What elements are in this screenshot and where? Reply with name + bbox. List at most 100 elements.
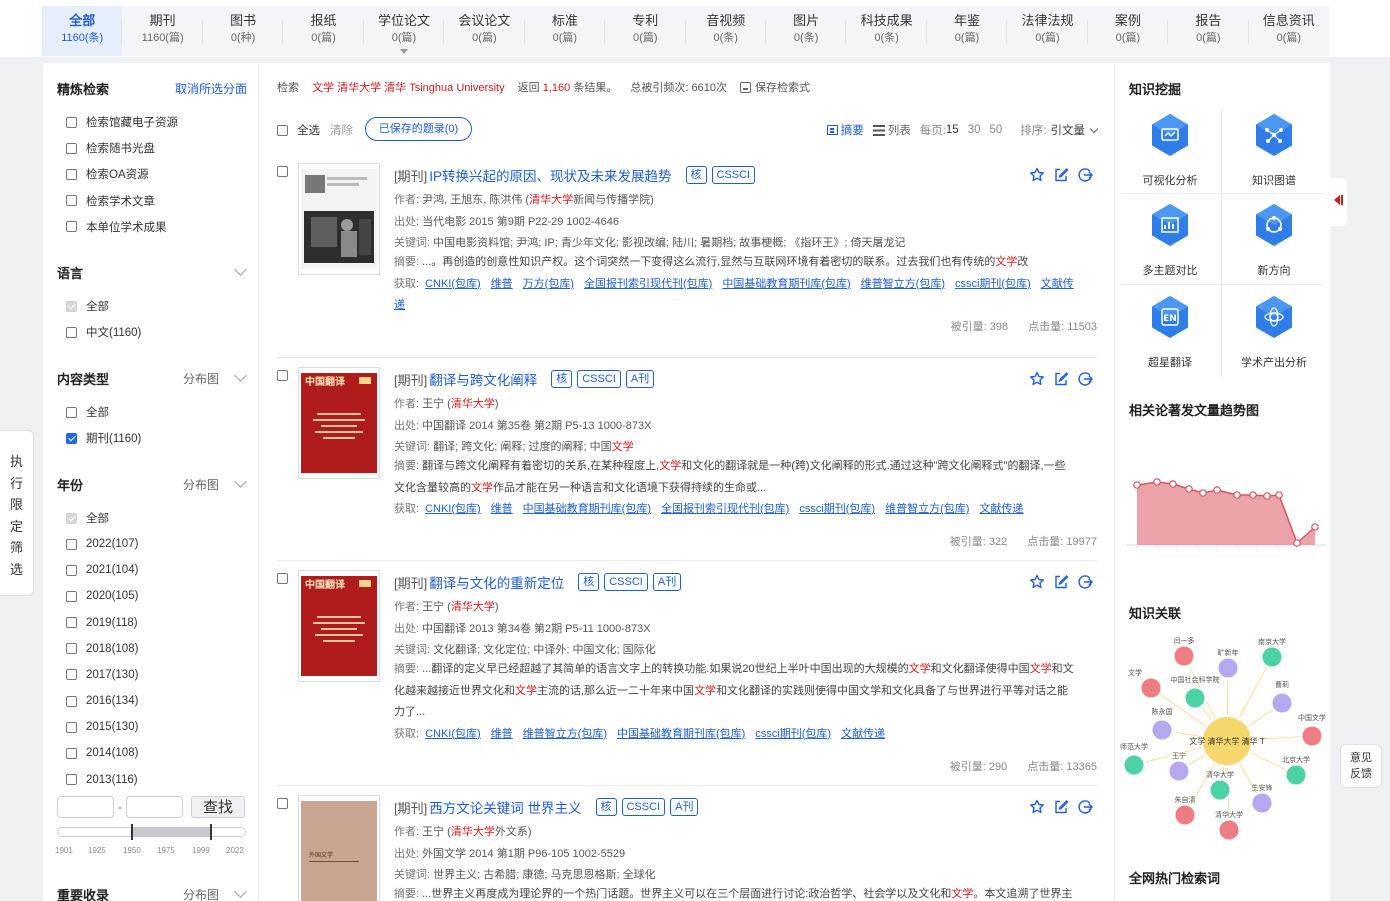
tab-5[interactable]: 会议论文 0(篇) bbox=[444, 6, 526, 56]
full-text-link[interactable]: 中国基础教育期刊库(包库) bbox=[617, 728, 745, 740]
journal-cover[interactable]: 外国文学 bbox=[298, 795, 380, 901]
full-text-link[interactable]: CNKI(包库) bbox=[425, 278, 481, 290]
year-option[interactable]: 2022(107) bbox=[66, 536, 138, 552]
result-title-link[interactable]: 西方文论关键词 世界主义 bbox=[429, 797, 581, 817]
tab-9[interactable]: 图片 0(条) bbox=[765, 6, 847, 56]
checkbox[interactable] bbox=[66, 721, 77, 733]
abstract-view-button[interactable]: 摘要 bbox=[841, 122, 864, 138]
language-header[interactable]: 语言 bbox=[57, 263, 247, 283]
checkbox[interactable] bbox=[66, 669, 77, 681]
sort-select[interactable]: 引文量 bbox=[1051, 122, 1086, 138]
star-icon[interactable] bbox=[1029, 574, 1045, 590]
checkbox[interactable] bbox=[66, 300, 77, 312]
network-node[interactable] bbox=[1260, 645, 1284, 669]
year-to-input[interactable] bbox=[126, 796, 183, 818]
star-icon[interactable] bbox=[1029, 371, 1045, 387]
tab-4[interactable]: 学位论文 0(篇) bbox=[363, 6, 445, 56]
translate-tool[interactable]: EN 超星翻译 bbox=[1119, 295, 1221, 385]
full-text-link[interactable]: 中国基础教育期刊库(包库) bbox=[523, 503, 651, 515]
list-view-icon[interactable] bbox=[872, 124, 885, 136]
year-option[interactable]: 2013(116) bbox=[66, 772, 138, 788]
journal-cover[interactable]: 中国翻译 bbox=[298, 570, 380, 682]
full-text-link[interactable]: 文献传递 bbox=[979, 503, 1023, 515]
chevron-down-icon[interactable] bbox=[234, 885, 247, 898]
checkbox[interactable] bbox=[66, 168, 77, 180]
tab-7[interactable]: 专利 0(篇) bbox=[605, 6, 686, 56]
checkbox[interactable] bbox=[66, 617, 77, 629]
checkbox[interactable] bbox=[66, 643, 77, 655]
year-option[interactable]: 2016(134) bbox=[66, 693, 138, 709]
edit-note-icon[interactable] bbox=[1053, 167, 1069, 183]
caret-down-icon[interactable] bbox=[399, 49, 408, 54]
scope-option[interactable]: 检索馆藏电子资源 bbox=[66, 114, 178, 130]
year-option[interactable]: 2019(118) bbox=[66, 615, 138, 631]
journal-cover[interactable]: 中国翻译 bbox=[298, 367, 380, 479]
edit-note-icon[interactable] bbox=[1053, 371, 1069, 387]
year-option[interactable]: 全部 bbox=[66, 510, 109, 526]
full-text-link[interactable]: 全国报刊索引现代刊(包库) bbox=[584, 278, 712, 290]
checkbox[interactable] bbox=[66, 774, 77, 785]
important-index-header[interactable]: 重要收录 分布图 bbox=[57, 885, 247, 901]
abstract-view-icon[interactable] bbox=[826, 125, 838, 135]
new-direction-tool[interactable]: 新方向 bbox=[1223, 203, 1325, 293]
visual-analysis-tool[interactable]: 可视化分析 bbox=[1119, 113, 1221, 203]
content-type-header[interactable]: 内容类型 分布图 bbox=[57, 369, 247, 389]
tab-8[interactable]: 音视频 0(条) bbox=[685, 6, 767, 56]
network-node[interactable] bbox=[1167, 759, 1191, 783]
result-checkbox[interactable] bbox=[277, 573, 288, 584]
result-checkbox[interactable] bbox=[277, 370, 288, 381]
checkbox[interactable] bbox=[66, 538, 77, 550]
result-checkbox[interactable] bbox=[277, 798, 288, 809]
network-node[interactable] bbox=[1284, 763, 1308, 787]
result-checkbox[interactable] bbox=[277, 166, 288, 177]
knowledge-graph-tool[interactable]: 知识图谱 bbox=[1223, 113, 1325, 203]
tab-2[interactable]: 图书 0(种) bbox=[202, 6, 284, 56]
network-node[interactable] bbox=[1172, 644, 1196, 668]
result-title-link[interactable]: 翻译与文化的重新定位 bbox=[429, 572, 564, 592]
find-button[interactable]: 查找 bbox=[191, 796, 245, 818]
share-icon[interactable] bbox=[1077, 574, 1093, 590]
save-search-button[interactable]: 保存检索式 bbox=[740, 82, 810, 94]
star-icon[interactable] bbox=[1029, 799, 1045, 815]
full-text-link[interactable]: cssci期刊(包库) bbox=[755, 728, 831, 740]
tab-3[interactable]: 报纸 0(篇) bbox=[283, 6, 365, 56]
tab-1[interactable]: 期刊 1160(篇) bbox=[122, 6, 204, 56]
chevron-down-icon[interactable] bbox=[1089, 124, 1099, 133]
checkbox[interactable] bbox=[66, 564, 77, 576]
year-option[interactable]: 2021(104) bbox=[66, 562, 138, 578]
tab-6[interactable]: 标准 0(篇) bbox=[524, 6, 606, 56]
tab-0[interactable]: 全部 1160(条) bbox=[42, 6, 123, 56]
chevron-down-icon[interactable] bbox=[234, 369, 247, 382]
share-icon[interactable] bbox=[1077, 371, 1093, 387]
slider-handle-right[interactable] bbox=[210, 824, 212, 840]
network-node[interactable] bbox=[1270, 691, 1294, 715]
scope-option[interactable]: 本单位学术成果 bbox=[66, 219, 167, 235]
year-option[interactable]: 2014(108) bbox=[66, 745, 138, 761]
content-type-option[interactable]: 期刊(1160) bbox=[66, 430, 141, 446]
checkbox[interactable] bbox=[66, 142, 77, 154]
full-text-link[interactable]: 维普智立方(包库) bbox=[885, 503, 969, 515]
checkbox[interactable] bbox=[66, 195, 77, 207]
clear-selection-button[interactable]: 清除 bbox=[330, 122, 353, 138]
network-node[interactable] bbox=[1173, 803, 1197, 827]
year-option[interactable]: 2015(130) bbox=[66, 719, 138, 735]
content-type-distribution-link[interactable]: 分布图 bbox=[183, 370, 219, 387]
collapse-right-panel-button[interactable] bbox=[1329, 178, 1347, 226]
full-text-link[interactable]: 维普智立方(包库) bbox=[523, 728, 607, 740]
saved-topics-button[interactable]: 已保存的题录(0) bbox=[365, 117, 472, 141]
slider-handle-left[interactable] bbox=[131, 824, 133, 840]
network-node[interactable] bbox=[1122, 753, 1146, 777]
share-icon[interactable] bbox=[1077, 799, 1093, 815]
journal-cover[interactable] bbox=[298, 163, 380, 275]
tab-14[interactable]: 报告 0(篇) bbox=[1168, 6, 1250, 56]
tab-11[interactable]: 年鉴 0(篇) bbox=[926, 6, 1008, 56]
checkbox[interactable] bbox=[66, 326, 77, 338]
language-option[interactable]: 中文(1160) bbox=[66, 324, 141, 340]
network-node[interactable] bbox=[1300, 724, 1324, 748]
network-node[interactable] bbox=[1250, 791, 1274, 815]
result-title-link[interactable]: 翻译与跨文化阐释 bbox=[429, 369, 537, 389]
tab-12[interactable]: 法律法规 0(篇) bbox=[1007, 6, 1089, 56]
checkbox[interactable] bbox=[66, 432, 77, 444]
full-text-link[interactable]: 万方(包库) bbox=[523, 278, 574, 290]
full-text-link[interactable]: 维普 bbox=[491, 728, 513, 740]
